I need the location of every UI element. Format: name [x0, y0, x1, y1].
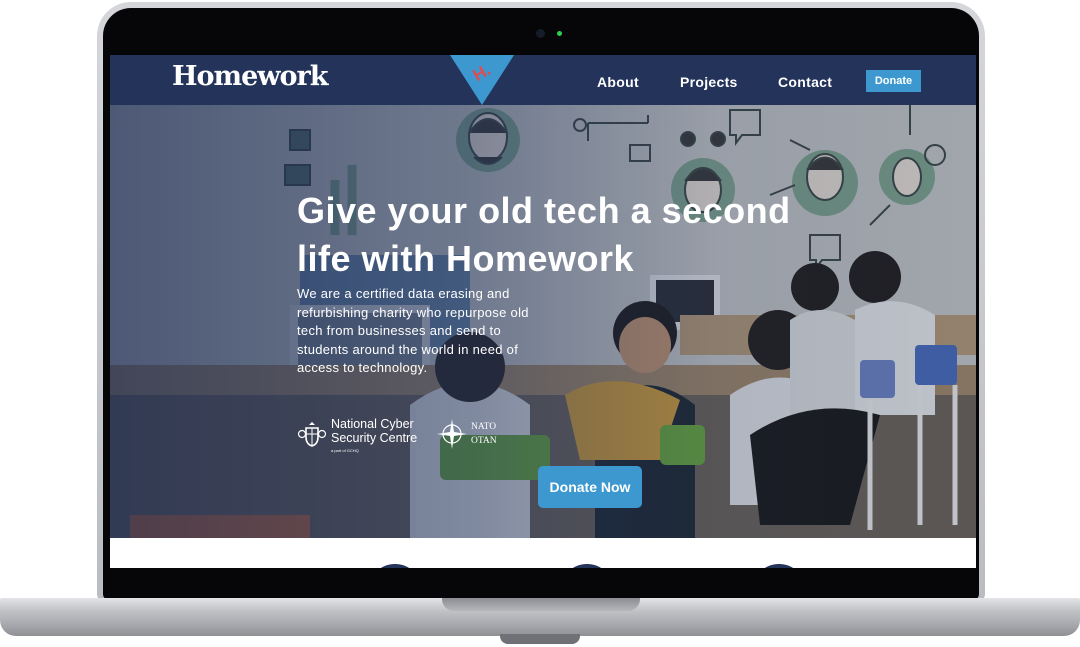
hero-description: We are a certified data erasing and refu… [297, 286, 529, 375]
camera-indicator-light [557, 31, 562, 36]
header-donate-button[interactable]: Donate [866, 70, 921, 92]
nav-projects[interactable]: Projects [680, 74, 738, 90]
nav-contact[interactable]: Contact [778, 74, 832, 90]
nato-line-1: NATO [471, 422, 497, 432]
homework-badge-icon[interactable]: H. [450, 55, 514, 105]
nato-compass-star-icon [437, 419, 467, 449]
nato-partner-logo[interactable]: NATO OTAN [437, 419, 507, 451]
ncsc-partner-logo[interactable]: National Cyber Security Centre a part of… [297, 417, 422, 453]
features-section [110, 538, 976, 568]
ncsc-subtitle: a part of GCHQ [331, 448, 359, 453]
laptop-foot [500, 634, 580, 644]
feature-circle-icon [560, 564, 614, 568]
ncsc-name: National Cyber Security Centre [331, 417, 417, 445]
ncsc-line-1: National Cyber [331, 417, 414, 431]
site-header: Homework H. About Projects Contact Donat… [110, 55, 976, 105]
webcam-icon [536, 29, 545, 38]
royal-crest-icon [297, 422, 327, 447]
feature-circle-icon [752, 564, 806, 568]
feature-circle-icon [368, 564, 422, 568]
ncsc-line-2: Security Centre [331, 431, 418, 445]
laptop-mockup: Homework H. About Projects Contact Donat… [0, 0, 1080, 647]
nato-line-2: OTAN [471, 436, 497, 446]
hero-section: Give your old tech a second life with Ho… [110, 105, 976, 538]
hero-title: Give your old tech a second life with Ho… [297, 190, 791, 279]
nav-about[interactable]: About [597, 74, 639, 90]
laptop-opening-notch [442, 598, 640, 611]
donate-now-button[interactable]: Donate Now [538, 466, 642, 508]
site-logo[interactable]: Homework [172, 61, 328, 92]
website-screen: Homework H. About Projects Contact Donat… [110, 55, 976, 568]
nato-name: NATO OTAN [471, 420, 497, 448]
